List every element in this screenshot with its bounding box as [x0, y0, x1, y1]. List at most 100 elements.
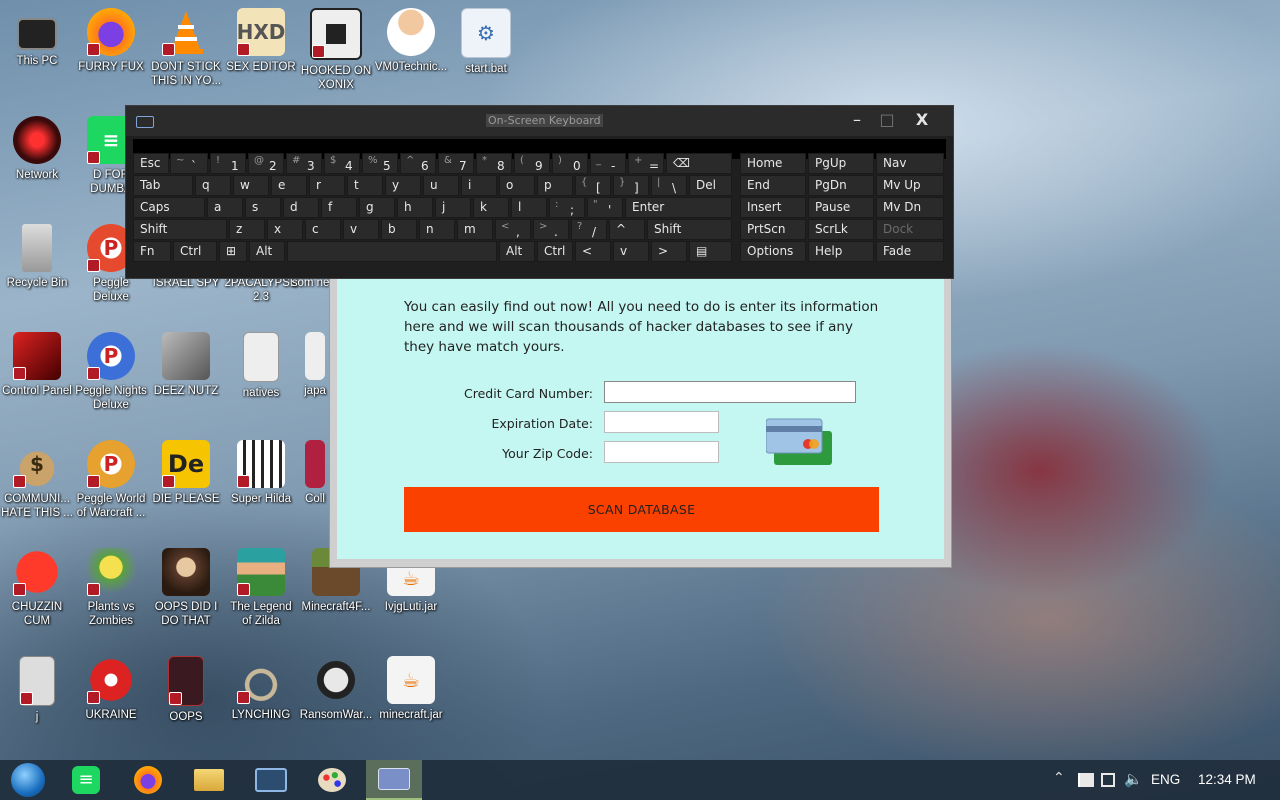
desktop-icon-vm0technic[interactable]: VM0Technic...	[374, 8, 448, 74]
desktop-icon-pvz[interactable]: Plants vs Zombies	[74, 548, 148, 628]
osk-key[interactable]: u	[423, 175, 459, 196]
osk-key[interactable]: Del	[689, 175, 732, 196]
desktop-icon-dont-stick[interactable]: DONT STICK THIS IN YO...	[149, 8, 223, 88]
osk-key[interactable]: h	[397, 197, 433, 218]
osk-key[interactable]: y	[385, 175, 421, 196]
osk-key[interactable]: Enter	[625, 197, 732, 218]
desktop-icon-control-panel[interactable]: Control Panel	[0, 332, 74, 398]
osk-key[interactable]: :;	[549, 197, 585, 218]
osk-key[interactable]: Pause	[808, 197, 874, 218]
maximize-button[interactable]: □	[872, 108, 902, 132]
osk-key[interactable]: PrtScn	[740, 219, 806, 240]
desktop-icon-chuzzin[interactable]: CHUZZIN CUM	[0, 548, 74, 628]
osk-key[interactable]: Alt	[249, 241, 285, 262]
taskbar-file-explorer[interactable]	[181, 760, 237, 800]
osk-key[interactable]: @2	[248, 153, 284, 174]
network-tray-icon[interactable]	[1101, 773, 1115, 787]
osk-key[interactable]: Help	[808, 241, 874, 262]
taskbar-on-screen-keyboard[interactable]	[243, 760, 299, 800]
osk-key[interactable]: b	[381, 219, 417, 240]
osk-key[interactable]: e	[271, 175, 307, 196]
taskbar-spotify[interactable]: ≡	[58, 760, 114, 800]
osk-key[interactable]: $4	[324, 153, 360, 174]
osk-key[interactable]: p	[537, 175, 573, 196]
osk-key[interactable]: Home	[740, 153, 806, 174]
osk-key[interactable]: a	[207, 197, 243, 218]
osk-key[interactable]: <	[575, 241, 611, 262]
desktop-icon-oops-did-i[interactable]: OOPS DID I DO THAT	[149, 548, 223, 628]
osk-key[interactable]: + =	[628, 153, 664, 174]
osk-key[interactable]: #3	[286, 153, 322, 174]
osk-key[interactable]: >.	[533, 219, 569, 240]
osk-key[interactable]: Ctrl	[537, 241, 573, 262]
osk-key[interactable]: v	[613, 241, 649, 262]
osk-key[interactable]: ! 1	[210, 153, 246, 174]
taskbar-card-scan-app[interactable]	[366, 760, 422, 800]
osk-key[interactable]: ^	[609, 219, 645, 240]
osk-key[interactable]: q	[195, 175, 231, 196]
osk-key[interactable]: (9	[514, 153, 550, 174]
osk-key[interactable]: _ -	[590, 153, 626, 174]
desktop-icon-minecraft-jar[interactable]: ☕ minecraft.jar	[374, 656, 448, 722]
action-center-flag-icon[interactable]	[1078, 773, 1094, 787]
osk-key[interactable]: Options	[740, 241, 806, 262]
desktop-icon-j[interactable]: j	[0, 656, 74, 724]
osk-key[interactable]: Shift	[133, 219, 227, 240]
osk-key[interactable]: j	[435, 197, 471, 218]
desktop-icon-network[interactable]: Network	[0, 116, 74, 182]
osk-key[interactable]: End	[740, 175, 806, 196]
osk-key[interactable]: ⌫	[666, 153, 732, 174]
osk-key[interactable]: {[	[575, 175, 611, 196]
osk-key[interactable]: ScrLk	[808, 219, 874, 240]
osk-key[interactable]: }]	[613, 175, 649, 196]
desktop-icon-sex-editor[interactable]: HXD SEX EDITOR	[224, 8, 298, 74]
desktop-icon-peggle-wow[interactable]: P Peggle World of Warcraft ...	[74, 440, 148, 520]
osk-key[interactable]: Fade	[876, 241, 944, 262]
desktop-icon-natives[interactable]: natives	[224, 332, 298, 400]
osk-key[interactable]: | \	[651, 175, 687, 196]
osk-key[interactable]: v	[343, 219, 379, 240]
osk-key[interactable]: PgDn	[808, 175, 874, 196]
osk-key[interactable]: & 7	[438, 153, 474, 174]
start-button[interactable]	[0, 760, 56, 800]
osk-key[interactable]	[287, 241, 497, 262]
osk-key[interactable]: PgUp	[808, 153, 874, 174]
osk-key[interactable]: z	[229, 219, 265, 240]
osk-key[interactable]: Caps	[133, 197, 205, 218]
osk-key[interactable]: " '	[587, 197, 623, 218]
osk-key[interactable]: o	[499, 175, 535, 196]
input-language[interactable]: ENG	[1151, 772, 1180, 787]
osk-key[interactable]: >	[651, 241, 687, 262]
desktop-icon-oops[interactable]: OOPS	[149, 656, 223, 724]
card-number-input[interactable]	[604, 381, 856, 403]
osk-key[interactable]: ? /	[571, 219, 607, 240]
osk-key[interactable]: Mv Up	[876, 175, 944, 196]
taskbar-paint[interactable]	[304, 760, 360, 800]
osk-key[interactable]: k	[473, 197, 509, 218]
show-hidden-icons-chevron[interactable]: ⌃	[1053, 770, 1065, 786]
osk-key[interactable]: * 8	[476, 153, 512, 174]
osk-key[interactable]: Shift	[647, 219, 732, 240]
osk-key[interactable]: g	[359, 197, 395, 218]
osk-key[interactable]: ^ 6	[400, 153, 436, 174]
osk-key[interactable]: Alt	[499, 241, 535, 262]
desktop-icon-ukraine[interactable]: UKRAINE	[74, 656, 148, 722]
osk-key[interactable]: x	[267, 219, 303, 240]
scan-database-button[interactable]: SCAN DATABASE	[404, 487, 879, 532]
osk-key[interactable]: s	[245, 197, 281, 218]
minimize-button[interactable]: –	[842, 108, 872, 132]
clock[interactable]: 12:34 PM	[1198, 772, 1256, 787]
zip-code-input[interactable]	[604, 441, 719, 463]
desktop-icon-deez-nutz[interactable]: DEEZ NUTZ	[149, 332, 223, 398]
osk-key[interactable]: i	[461, 175, 497, 196]
desktop-icon-furry-fux[interactable]: FURRY FUX	[74, 8, 148, 74]
osk-key[interactable]: ~ `	[170, 153, 208, 174]
desktop-icon-ransomware[interactable]: RansomWar...	[299, 656, 373, 722]
osk-key[interactable]: Tab	[133, 175, 193, 196]
osk-key[interactable]: Fn	[133, 241, 171, 262]
desktop-icon-peggle-nights[interactable]: P Peggle Nights Deluxe	[74, 332, 148, 412]
expiration-date-input[interactable]	[604, 411, 719, 433]
osk-key[interactable]: ▤	[689, 241, 732, 262]
desktop-icon-recycle-bin[interactable]: Recycle Bin	[0, 224, 74, 290]
osk-key[interactable]: Insert	[740, 197, 806, 218]
